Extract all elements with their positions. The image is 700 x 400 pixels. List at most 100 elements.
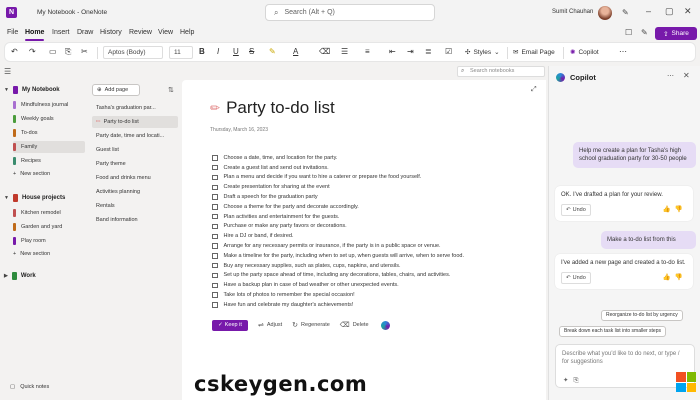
clipboard-icon[interactable]: ▭	[49, 47, 57, 56]
copilot-button[interactable]: ✺ Copilot	[570, 48, 599, 57]
page-item[interactable]: Party date, time and locati...	[92, 130, 178, 142]
sort-icon[interactable]: ⇅	[168, 86, 174, 94]
todo-item[interactable]: Plan activities and entertainment for th…	[212, 212, 542, 222]
section-mindfulness-journal[interactable]: Mindfulness journal	[13, 99, 85, 111]
checkbox[interactable]	[212, 233, 218, 240]
format-painter-icon[interactable]: ✂	[81, 47, 88, 56]
checkbox[interactable]	[212, 262, 218, 269]
checkbox[interactable]	[212, 213, 218, 220]
section-weekly-goals[interactable]: Weekly goals	[13, 113, 85, 125]
clear-format-icon[interactable]: ⌫	[319, 47, 330, 56]
styles-button[interactable]: ✣ Styles ⌄	[465, 48, 500, 57]
copilot-icon[interactable]	[380, 320, 390, 330]
outdent-icon[interactable]: ⇤	[389, 47, 396, 56]
adjust-button[interactable]: ⇌ Adjust	[258, 321, 282, 329]
page-item[interactable]: Food and drinks menu	[92, 172, 178, 184]
delete-button[interactable]: ⌫ Delete	[340, 321, 369, 329]
close-icon[interactable]: ✕	[683, 71, 690, 80]
menu-help[interactable]: Help	[180, 29, 194, 36]
attach-icons[interactable]: ✦⎘	[563, 377, 584, 385]
font-name-select[interactable]: Aptos (Body)	[103, 46, 163, 59]
bullets-icon[interactable]: ☰	[341, 47, 348, 56]
menu-view[interactable]: View	[158, 29, 173, 36]
page-item[interactable]: Rentals	[92, 200, 178, 212]
checkbox[interactable]	[212, 223, 218, 230]
email-page-button[interactable]: ✉ Email Page	[513, 48, 555, 57]
suggestion-chip[interactable]: Break down each task list into smaller s…	[559, 326, 666, 337]
undo-button[interactable]: ↶ Undo	[561, 272, 591, 284]
notebook-my-notebook[interactable]: ▼ My Notebook	[4, 86, 60, 94]
menu-insert[interactable]: Insert	[52, 29, 70, 36]
avatar[interactable]	[598, 6, 612, 20]
checkbox[interactable]	[212, 243, 218, 249]
keep-it-button[interactable]: ✓ Keep it	[212, 319, 248, 331]
page-item[interactable]: Guest list	[92, 144, 178, 156]
add-page-button[interactable]: ⊕ Add page	[92, 84, 140, 96]
menu-home[interactable]: Home	[25, 29, 44, 36]
feedback-icons[interactable]: 👍👎	[663, 206, 687, 214]
section-recipes[interactable]: Recipes	[13, 155, 85, 167]
checkbox[interactable]	[212, 164, 218, 171]
checkbox[interactable]	[212, 184, 218, 191]
page-item[interactable]: Activities planning	[92, 186, 178, 198]
page-item[interactable]: Band information	[92, 214, 178, 226]
checkbox[interactable]	[212, 292, 218, 298]
todo-item[interactable]: Have a backup plan in case of bad weathe…	[212, 280, 542, 290]
italic-icon[interactable]: I	[217, 47, 219, 56]
feedback-icons[interactable]: 👍👎	[663, 274, 687, 282]
todo-item[interactable]: Create a guest list and send out invitat…	[212, 163, 542, 173]
copilot-input[interactable]: Describe what you'd like to do next, or …	[555, 344, 695, 388]
section-play-room[interactable]: Play room	[13, 235, 85, 247]
page-item[interactable]: Party theme	[92, 158, 178, 170]
suggestion-chip[interactable]: Reorganize to-do list by urgency	[601, 310, 683, 321]
todo-item[interactable]: Buy any necessary supplies, such as plat…	[212, 261, 542, 271]
checkbox[interactable]	[212, 282, 218, 288]
checkbox[interactable]	[212, 194, 218, 200]
new-section-button[interactable]: + New section	[13, 251, 50, 257]
undo-button[interactable]: ↶ Undo	[561, 204, 591, 216]
todo-item[interactable]: Create presentation for sharing at the e…	[212, 182, 542, 192]
search-notebooks-input[interactable]: ⌕ Search notebooks	[457, 66, 545, 77]
search-box[interactable]: ⌕ Search (Alt + Q)	[265, 4, 435, 21]
menu-history[interactable]: History	[100, 29, 122, 36]
todo-item[interactable]: Purchase or make any party favors or dec…	[212, 222, 542, 232]
menu-draw[interactable]: Draw	[77, 29, 93, 36]
todo-item[interactable]: Draft a speech for the graduation party	[212, 192, 542, 202]
share-button[interactable]: ⇪ Share	[655, 27, 697, 40]
section-to-dos[interactable]: To-dos	[13, 127, 85, 139]
checkbox[interactable]	[212, 155, 218, 161]
minimize-icon[interactable]: –	[646, 6, 651, 16]
strikethrough-icon[interactable]: S	[249, 47, 254, 56]
expand-icon[interactable]: ⤢	[531, 86, 537, 94]
notebook-house-projects[interactable]: ▼ House projects	[4, 194, 65, 202]
todo-item[interactable]: Take lots of photos to remember the spec…	[212, 290, 542, 300]
regenerate-button[interactable]: ↻ Regenerate	[292, 321, 330, 329]
page-title[interactable]: ✏ Party to-do list	[210, 98, 335, 118]
todo-item[interactable]: Arrange for any necessary permits or ins…	[212, 241, 542, 251]
checkbox[interactable]	[212, 272, 218, 279]
section-family[interactable]: Family	[13, 141, 85, 153]
paste-icon[interactable]: ⎘	[65, 47, 71, 57]
quick-notes-button[interactable]: ▢ Quick notes	[10, 384, 49, 390]
font-size-select[interactable]: 11	[169, 46, 193, 59]
todo-item[interactable]: Set up the party space ahead of time, in…	[212, 271, 542, 281]
todo-item[interactable]: Hire a DJ or band, if desired.	[212, 231, 542, 241]
todo-item[interactable]: Plan a menu and decide if you want to hi…	[212, 173, 542, 183]
indent-icon[interactable]: ⇥	[407, 47, 414, 56]
todo-item[interactable]: Choose a date, time, and location for th…	[212, 153, 542, 163]
close-icon[interactable]: ✕	[684, 6, 692, 17]
todo-item[interactable]: Make a timeline for the party, including…	[212, 251, 542, 261]
menu-review[interactable]: Review	[129, 29, 152, 36]
menu-icon[interactable]: ☰	[4, 67, 11, 76]
align-icon[interactable]: ≣	[425, 47, 432, 56]
menu-file[interactable]: File	[7, 29, 18, 36]
pen-icon[interactable]: ✎	[622, 8, 629, 17]
notebook-work[interactable]: ▶ Work	[4, 272, 36, 280]
page-item-selected[interactable]: ✏ Party to-do list	[92, 116, 178, 128]
todo-item[interactable]: Choose a theme for the party and decorat…	[212, 202, 542, 212]
bold-icon[interactable]: B	[199, 47, 205, 56]
checkbox[interactable]	[212, 253, 218, 259]
section-kitchen-remodel[interactable]: Kitchen remodel	[13, 207, 85, 219]
font-color-icon[interactable]: A	[293, 47, 298, 56]
new-section-button[interactable]: + New section	[13, 171, 50, 177]
